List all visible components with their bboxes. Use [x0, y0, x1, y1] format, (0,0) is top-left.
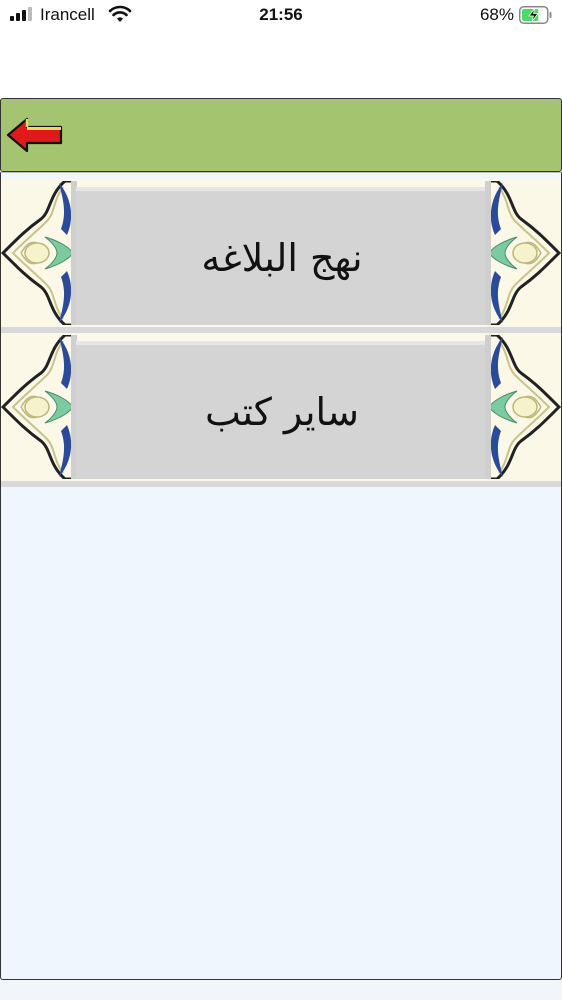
menu-item-button[interactable]: نهج البلاغه — [76, 187, 488, 325]
menu-item-button[interactable]: ساير کتب — [76, 341, 488, 479]
menu-item-label: نهج البلاغه — [201, 236, 363, 280]
menu-panel: نهج البلاغه ساير کتب — [0, 172, 562, 980]
battery-percent: 68% — [479, 5, 514, 24]
status-time: 21:56 — [259, 5, 303, 24]
ornament-left-icon — [1, 335, 77, 479]
top-spacer — [0, 32, 562, 98]
menu-item-other-books[interactable]: ساير کتب — [1, 333, 561, 487]
status-bar: Irancell 21:56 68% — [0, 0, 562, 32]
menu-item-label: ساير کتب — [205, 390, 359, 434]
ornament-right-icon — [485, 181, 561, 325]
header-bar — [0, 98, 562, 172]
battery-charging-icon — [519, 6, 552, 24]
ornament-right-icon — [485, 335, 561, 479]
bottom-safe-area — [0, 980, 562, 1000]
ornament-left-icon — [1, 181, 77, 325]
menu-item-nahj-al-balagha[interactable]: نهج البلاغه — [1, 179, 561, 333]
back-arrow-icon[interactable] — [5, 115, 65, 155]
